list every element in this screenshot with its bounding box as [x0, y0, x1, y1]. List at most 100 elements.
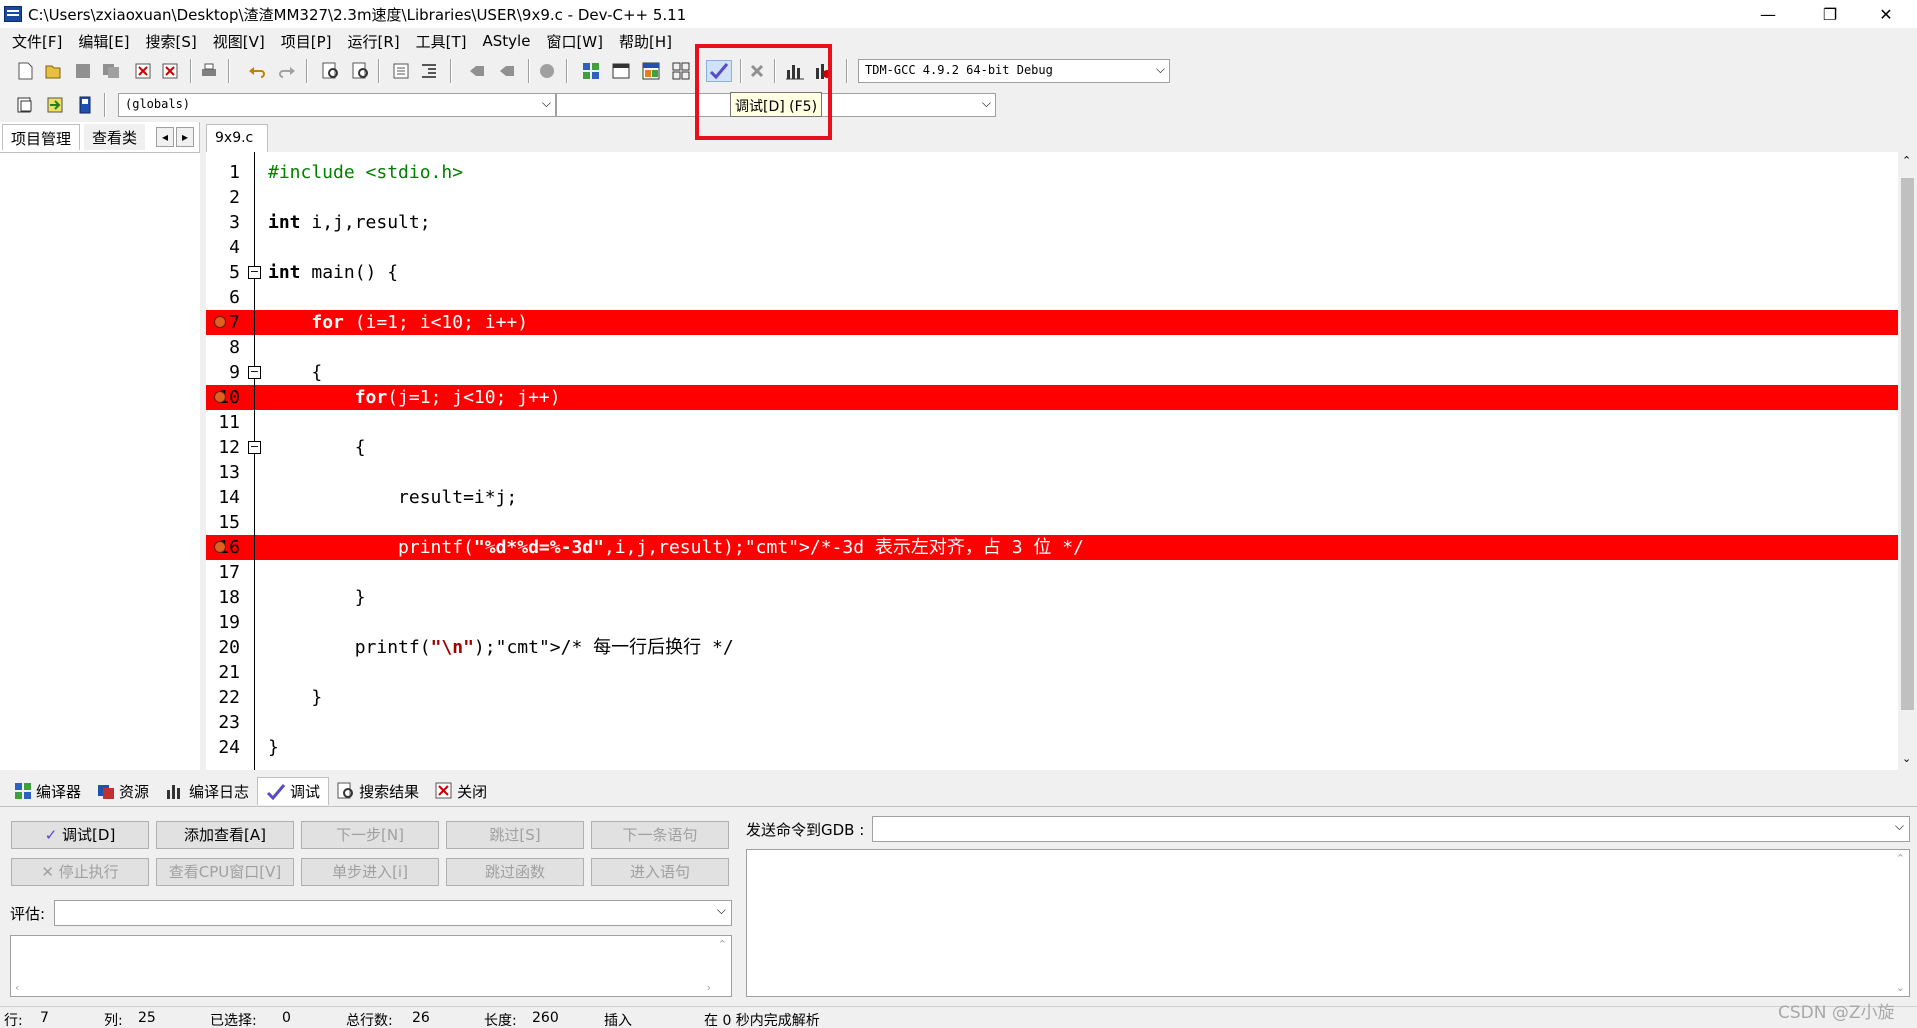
line-number[interactable]: 4	[206, 235, 240, 260]
evaluate-output[interactable]: ⌃ ‹ ›	[10, 935, 732, 997]
find-icon[interactable]	[320, 60, 342, 82]
tab-project-manager[interactable]: 项目管理	[2, 124, 81, 150]
gdb-command-input[interactable]: ⌵	[872, 816, 1910, 842]
code-line[interactable]: 5 int main() {	[206, 260, 1898, 285]
scrollbar-thumb[interactable]	[1901, 178, 1914, 710]
undo-icon[interactable]	[246, 60, 268, 82]
scroll-right-icon[interactable]: ›	[707, 981, 711, 994]
goto-declaration-icon[interactable]	[44, 94, 66, 116]
line-number[interactable]: 5	[206, 260, 240, 285]
code-line[interactable]: 2	[206, 185, 1898, 210]
line-number[interactable]: 15	[206, 510, 240, 535]
breakpoint-code-line[interactable]: 7 for (i=1; i<10; i++)	[206, 310, 1898, 335]
indent-icon[interactable]	[390, 60, 412, 82]
goto-prev-icon[interactable]	[466, 60, 488, 82]
line-number[interactable]: 14	[206, 485, 240, 510]
add-watch-button[interactable]: 添加查看[A]	[156, 821, 294, 849]
tab-scroll-left-button[interactable]: ◂	[156, 127, 174, 147]
menu-help[interactable]: 帮助[H]	[611, 31, 680, 52]
code-line[interactable]: 14 result=i*j;	[206, 485, 1898, 510]
line-number[interactable]: 21	[206, 660, 240, 685]
tab-class-browser[interactable]: 查看类	[84, 124, 146, 150]
line-number[interactable]: 13	[206, 460, 240, 485]
line-number[interactable]: 24	[206, 735, 240, 760]
fold-toggle-icon[interactable]: −	[248, 266, 261, 279]
code-line[interactable]: 12 {	[206, 435, 1898, 460]
replace-icon[interactable]	[350, 60, 372, 82]
line-number[interactable]: 9	[206, 360, 240, 385]
bookmark-icon[interactable]	[74, 94, 96, 116]
run-icon[interactable]	[610, 60, 632, 82]
compiler-select[interactable]: TDM-GCC 4.9.2 64-bit Debug ⌵	[858, 59, 1170, 83]
step-into-button[interactable]: 单步进入[i]	[301, 858, 439, 886]
new-file-icon[interactable]	[14, 60, 36, 82]
scroll-down-icon[interactable]: ⌄	[1902, 752, 1911, 765]
next-statement-button[interactable]: 下一条语句	[591, 821, 729, 849]
code-line[interactable]: 9 {	[206, 360, 1898, 385]
code-line[interactable]: 21	[206, 660, 1898, 685]
menu-window[interactable]: 窗口[W]	[538, 31, 611, 52]
evaluate-input[interactable]: ⌵	[54, 900, 732, 926]
skip-function-button[interactable]: 跳过函数	[446, 858, 584, 886]
scroll-left-icon[interactable]: ‹	[15, 981, 19, 994]
menu-edit[interactable]: 编辑[E]	[70, 31, 137, 52]
stop-execution-button[interactable]: ✕ 停止执行	[11, 858, 149, 886]
open-file-icon[interactable]	[42, 60, 64, 82]
menu-run[interactable]: 运行[R]	[339, 31, 407, 52]
code-line[interactable]: 17	[206, 560, 1898, 585]
scope-select[interactable]: (globals) ⌵	[118, 93, 556, 117]
line-number[interactable]: 12	[206, 435, 240, 460]
scroll-down-icon[interactable]: ⌄	[1896, 981, 1905, 994]
code-line[interactable]: 4	[206, 235, 1898, 260]
scroll-up-icon[interactable]: ⌃	[1896, 852, 1905, 865]
line-number[interactable]: 17	[206, 560, 240, 585]
code-line[interactable]: 11	[206, 410, 1898, 435]
goto-next-icon[interactable]	[496, 60, 518, 82]
line-number[interactable]: 1	[206, 160, 240, 185]
gdb-output[interactable]: ⌃ ⌄	[746, 849, 1910, 997]
fold-toggle-icon[interactable]: −	[248, 366, 261, 379]
line-number[interactable]: 18	[206, 585, 240, 610]
menu-view[interactable]: 视图[V]	[205, 31, 273, 52]
menu-project[interactable]: 项目[P]	[273, 31, 340, 52]
line-number[interactable]: 2	[206, 185, 240, 210]
tab-compiler[interactable]: 编译器	[6, 777, 89, 805]
debug-button[interactable]: ✓ 调试[D]	[11, 821, 149, 849]
rebuild-icon[interactable]	[670, 60, 692, 82]
tab-compile-log[interactable]: 编译日志	[157, 777, 257, 805]
menu-astyle[interactable]: AStyle	[475, 32, 539, 50]
code-line[interactable]: 3 int i,j,result;	[206, 210, 1898, 235]
code-line[interactable]: 13	[206, 460, 1898, 485]
code-line[interactable]: 23	[206, 710, 1898, 735]
tab-file-9x9[interactable]: 9x9.c	[206, 124, 268, 152]
code-line[interactable]: 24}	[206, 735, 1898, 760]
breakpoint-code-line[interactable]: 16 printf("%d*%d=%-3d",i,j,result);"cmt"…	[206, 535, 1898, 560]
save-icon[interactable]	[72, 60, 94, 82]
breakpoint-icon[interactable]	[214, 391, 226, 403]
breakpoint-icon[interactable]	[214, 316, 226, 328]
line-number[interactable]: 6	[206, 285, 240, 310]
code-line[interactable]: 19	[206, 610, 1898, 635]
next-step-button[interactable]: 下一步[N]	[301, 821, 439, 849]
line-number[interactable]: 11	[206, 410, 240, 435]
tab-scroll-right-button[interactable]: ▸	[176, 127, 194, 147]
line-number[interactable]: 3	[206, 210, 240, 235]
code-line[interactable]: 18 }	[206, 585, 1898, 610]
project-tree[interactable]	[0, 152, 200, 770]
line-number[interactable]: 20	[206, 635, 240, 660]
code-line[interactable]: 1 #include <stdio.h>	[206, 160, 1898, 185]
tab-resources[interactable]: 资源	[89, 777, 157, 805]
insert-icon[interactable]	[14, 94, 36, 116]
close-button[interactable]: ✕	[1855, 0, 1917, 28]
code-line[interactable]: 22 }	[206, 685, 1898, 710]
skip-button[interactable]: 跳过[S]	[446, 821, 584, 849]
restore-button[interactable]: ❐	[1799, 0, 1861, 28]
view-cpu-window-button[interactable]: 查看CPU窗口[V]	[156, 858, 294, 886]
fold-toggle-icon[interactable]: −	[248, 441, 261, 454]
code-line[interactable]: 20 printf("\n");"cmt">/* 每一行后换行 */	[206, 635, 1898, 660]
compile-run-icon[interactable]	[640, 60, 662, 82]
print-icon[interactable]	[198, 60, 220, 82]
line-number[interactable]: 23	[206, 710, 240, 735]
line-number[interactable]: 19	[206, 610, 240, 635]
tab-close[interactable]: 关闭	[427, 777, 495, 805]
